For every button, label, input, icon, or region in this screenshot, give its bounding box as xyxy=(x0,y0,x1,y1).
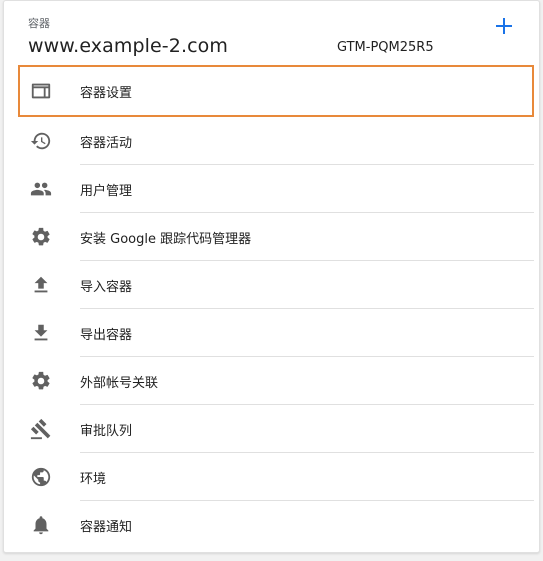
menu-item-label: 环境 xyxy=(80,471,107,487)
history-icon xyxy=(30,130,52,152)
menu-item-label: 容器活动 xyxy=(80,135,133,151)
menu-item-container-activity[interactable]: 容器活动 xyxy=(18,117,534,165)
container-id: GTM-PQM25R5 xyxy=(337,40,434,55)
gavel-icon xyxy=(30,418,52,440)
container-name: www.example-2.com xyxy=(28,35,228,57)
plus-icon[interactable] xyxy=(491,13,517,39)
menu-item-environments[interactable]: 环境 xyxy=(18,453,534,501)
upload-icon xyxy=(30,274,52,296)
browser-window-icon xyxy=(30,80,52,102)
menu-item-container-settings[interactable]: 容器设置 xyxy=(18,65,534,117)
globe-icon xyxy=(30,466,52,488)
menu-item-label: 导出容器 xyxy=(80,327,133,343)
admin-menu: 容器设置 容器活动 用户管理 安装 Google 跟踪代码管理器 导入容器 导出… xyxy=(18,65,534,549)
bell-icon xyxy=(30,514,52,536)
menu-item-approval-queue[interactable]: 审批队列 xyxy=(18,405,534,453)
menu-item-user-management[interactable]: 用户管理 xyxy=(18,165,534,213)
menu-item-label: 容器设置 xyxy=(80,85,133,101)
menu-item-label: 容器通知 xyxy=(80,519,133,535)
menu-item-label: 安装 Google 跟踪代码管理器 xyxy=(80,231,252,247)
menu-item-label: 用户管理 xyxy=(80,183,133,199)
section-label: 容器 xyxy=(28,17,50,30)
menu-item-label: 审批队列 xyxy=(80,423,133,439)
menu-item-label: 导入容器 xyxy=(80,279,133,295)
gear-icon xyxy=(30,226,52,248)
people-icon xyxy=(30,178,52,200)
menu-item-external-account-links[interactable]: 外部帐号关联 xyxy=(18,357,534,405)
gear-icon xyxy=(30,370,52,392)
download-icon xyxy=(30,322,52,344)
menu-item-import-container[interactable]: 导入容器 xyxy=(18,261,534,309)
menu-item-label: 外部帐号关联 xyxy=(80,375,159,391)
menu-item-export-container[interactable]: 导出容器 xyxy=(18,309,534,357)
menu-item-container-notifications[interactable]: 容器通知 xyxy=(18,501,534,549)
container-admin-card: 容器 www.example-2.com GTM-PQM25R5 容器设置 容器… xyxy=(3,0,540,553)
menu-item-install-gtm[interactable]: 安装 Google 跟踪代码管理器 xyxy=(18,213,534,261)
